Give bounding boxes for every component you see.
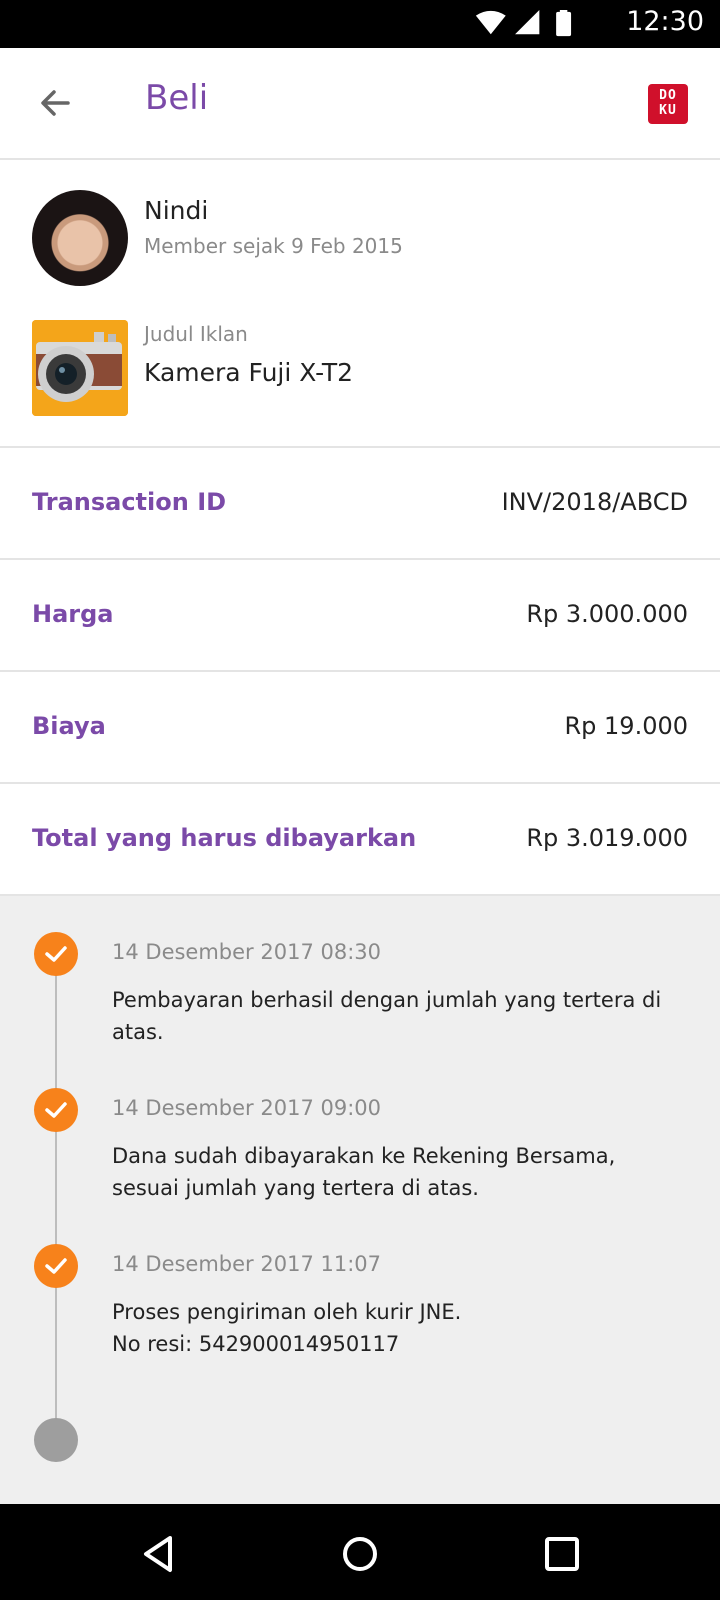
nav-back-button[interactable] [138,1532,182,1576]
check-icon [45,1102,67,1118]
total-label: Total yang harus dibayarkan [32,824,417,852]
timeline-time: 14 Desember 2017 08:30 [112,940,382,964]
nav-recents-button[interactable] [540,1532,584,1576]
page-title: Beli [145,78,209,118]
status-bar: 12:30 [0,0,720,48]
home-circle-icon [343,1537,377,1571]
nav-home-button[interactable] [338,1532,382,1576]
battery-icon [556,11,572,37]
arrow-left-icon [41,90,70,116]
timeline-done-dot [34,932,78,976]
transaction-id-label: Transaction ID [32,488,227,516]
status-clock: 12:30 [626,6,704,37]
status-icons [475,10,572,37]
biaya-value: Rp 19.000 [564,712,688,740]
camera-image [32,320,128,416]
detail-row-biaya: Biaya Rp 19.000 [0,672,720,782]
timeline-time: 14 Desember 2017 09:00 [112,1096,382,1120]
detail-row-harga: Harga Rp 3.000.000 [0,560,720,670]
system-nav-bar [0,1504,720,1600]
check-icon [45,1258,67,1274]
timeline-text: Proses pengiriman oleh kurir JNE. No res… [112,1296,672,1360]
transaction-id-value: INV/2018/ABCD [501,488,688,516]
timeline-time: 14 Desember 2017 11:07 [112,1252,382,1276]
ad-label: Judul Iklan [144,322,248,346]
timeline-text-line: Proses pengiriman oleh kurir JNE. [112,1300,462,1324]
seller-member-since: Member sejak 9 Feb 2015 [144,234,403,258]
timeline-line [55,956,57,1446]
timeline-done-dot [34,1088,78,1132]
transaction-timeline: 14 Desember 2017 08:30 Pembayaran berhas… [0,896,720,1504]
timeline-text: Dana sudah dibayarakan ke Rekening Bersa… [112,1144,616,1200]
back-button[interactable] [30,78,80,128]
detail-row-transaction-id: Transaction ID INV/2018/ABCD [0,448,720,558]
biaya-label: Biaya [32,712,106,740]
ad-thumbnail[interactable] [32,320,128,416]
timeline-text: Pembayaran berhasil dengan jumlah yang t… [112,988,662,1044]
harga-label: Harga [32,600,114,628]
wifi-icon [475,10,506,35]
timeline-resi-line: No resi: 542900014950117 [112,1332,400,1356]
back-triangle-icon [144,1536,172,1572]
detail-row-total: Total yang harus dibayarkan Rp 3.019.000 [0,784,720,894]
doku-logo[interactable]: DO KU [648,84,688,124]
total-value: Rp 3.019.000 [526,824,688,852]
check-icon [45,946,67,962]
avatar[interactable] [32,190,128,286]
timeline-done-dot [34,1244,78,1288]
harga-value: Rp 3.000.000 [526,600,688,628]
ad-title: Kamera Fuji X-T2 [144,358,354,387]
timeline-pending-dot [34,1418,78,1462]
recents-square-icon [545,1537,579,1571]
app-bar: Beli DO KU [0,48,720,160]
seller-name: Nindi [144,196,209,225]
signal-icon [515,10,540,35]
